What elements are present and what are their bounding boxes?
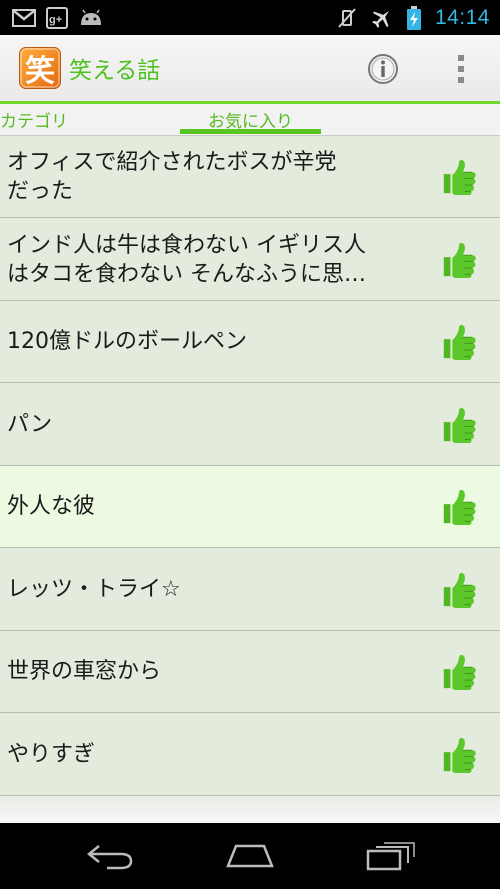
google-plus-icon: g+: [46, 6, 68, 29]
android-icon: [78, 9, 104, 27]
selected-tab-indicator: [180, 129, 321, 134]
list-item-title: インド人は牛は食わない イギリス人 はタコを食わない そんなふうに思…: [7, 232, 366, 287]
action-bar: 笑 笑える話: [0, 35, 500, 101]
vibrate-mute-icon: [337, 7, 357, 29]
navigation-bar: [0, 823, 500, 889]
list-item[interactable]: レッツ・トライ☆: [0, 549, 500, 631]
list-footer: [0, 796, 500, 823]
tab-categories[interactable]: カテゴリ: [0, 104, 68, 135]
list-item-title: レッツ・トライ☆: [7, 577, 181, 602]
battery-charging-icon: [406, 5, 421, 30]
list-item-title: 外人な彼: [7, 494, 96, 519]
favorites-list[interactable]: オフィスで紹介されたボスが辛党 だった インド人は牛は食わない イギリス人 はタコ…: [0, 136, 500, 823]
app-title: 笑える話: [69, 58, 161, 84]
airplane-mode-icon: [371, 7, 393, 29]
thumbs-up-icon[interactable]: [440, 653, 478, 691]
overflow-menu-icon: [458, 55, 464, 83]
info-button[interactable]: [366, 52, 400, 86]
overflow-menu-button[interactable]: [448, 49, 474, 89]
list-item[interactable]: オフィスで紹介されたボスが辛党 だった: [0, 136, 500, 218]
thumbs-up-icon[interactable]: [440, 488, 478, 526]
thumbs-up-icon[interactable]: [440, 323, 478, 361]
gmail-icon: [12, 8, 36, 27]
svg-text:g+: g+: [49, 14, 62, 26]
thumbs-up-icon[interactable]: [440, 571, 478, 609]
recent-apps-button[interactable]: [360, 841, 420, 871]
back-icon: [86, 845, 133, 870]
back-button[interactable]: [80, 841, 140, 871]
home-button[interactable]: [220, 841, 280, 871]
list-item-title: 120億ドルのボールペン: [7, 329, 247, 354]
status-bar: g+ 14:14: [0, 0, 500, 35]
info-icon: [368, 54, 398, 84]
list-item-title: やりすぎ: [7, 742, 96, 767]
list-item[interactable]: 外人な彼: [0, 466, 500, 548]
app-logo[interactable]: 笑: [19, 47, 61, 89]
thumbs-up-icon[interactable]: [440, 406, 478, 444]
thumbs-up-icon[interactable]: [440, 241, 478, 279]
recent-apps-icon: [366, 842, 415, 871]
thumbs-up-icon[interactable]: [440, 158, 478, 196]
list-item[interactable]: 世界の車窓から: [0, 631, 500, 713]
list-item-title: パン: [7, 412, 53, 437]
list-item[interactable]: インド人は牛は食わない イギリス人 はタコを食わない そんなふうに思…: [0, 219, 500, 301]
list-item[interactable]: 120億ドルのボールペン: [0, 301, 500, 383]
status-clock: 14:14: [434, 5, 490, 29]
list-item[interactable]: パン: [0, 384, 500, 466]
list-item-title: オフィスで紹介されたボスが辛党 だった: [7, 149, 337, 204]
list-item[interactable]: やりすぎ: [0, 714, 500, 796]
list-item-title: 世界の車窓から: [7, 659, 162, 684]
home-icon: [226, 844, 274, 868]
thumbs-up-icon[interactable]: [440, 736, 478, 774]
